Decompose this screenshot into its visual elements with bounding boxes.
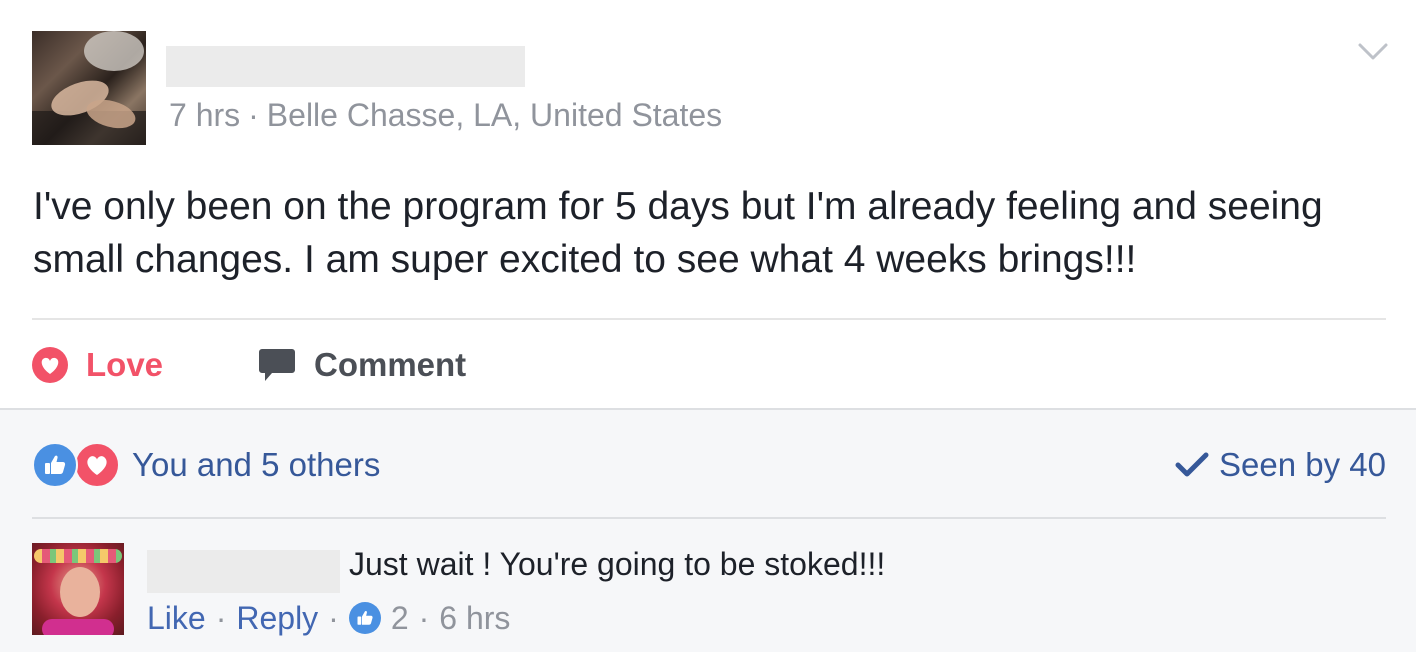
post-card: 7 hrs · Belle Chasse, LA, United States I'… [0,0,1416,408]
seen-by[interactable]: Seen by 40 [1175,442,1386,488]
post-location[interactable]: Belle Chasse, LA, United States [267,97,722,133]
author-name-redacted[interactable] [166,46,525,87]
speech-bubble-icon [259,349,295,381]
reactions-summary[interactable]: You and 5 others [32,442,380,488]
separator: · [328,599,339,636]
comment-text: Just wait ! You're going to be stoked!!! [349,546,886,582]
chevron-down-icon[interactable] [1356,36,1390,66]
separator: · [215,599,227,636]
comment-button[interactable]: Comment [258,340,466,390]
avatar-photo-detail [84,31,144,71]
post-timestamp[interactable]: 7 hrs [169,97,240,133]
comment-reply-link[interactable]: Reply [236,600,318,637]
author-avatar[interactable] [32,31,146,145]
commenter-name-redacted[interactable] [147,550,340,593]
heart-icon [74,442,120,488]
separator: · [418,599,430,636]
checkmark-icon [1175,452,1209,477]
meta-separator: · [248,97,259,133]
avatar-photo-detail [60,567,100,617]
reactions-label[interactable]: You and 5 others [132,446,380,484]
seen-by-label: Seen by 40 [1219,446,1386,483]
thumbs-up-icon [32,442,78,488]
comment-timestamp[interactable]: 6 hrs [439,600,510,637]
avatar-photo-detail [34,549,122,563]
comment-like-link[interactable]: Like [147,600,206,637]
comment-like-count[interactable]: 2 [391,600,409,637]
heart-icon [32,347,68,383]
love-button[interactable]: Love [32,340,163,390]
thumbs-up-icon[interactable] [348,602,381,634]
comment-actions: Like · Reply · 2 · 6 hrs [147,598,510,638]
love-button-label: Love [86,346,164,383]
post-meta: 7 hrs · Belle Chasse, LA, United States [169,97,722,134]
avatar-photo-detail [42,619,114,635]
comment-button-label: Comment [314,346,467,383]
commenter-avatar[interactable] [32,543,124,635]
divider [32,517,1386,519]
divider [32,318,1386,320]
post-text: I've only been on the program for 5 days… [33,185,1323,281]
